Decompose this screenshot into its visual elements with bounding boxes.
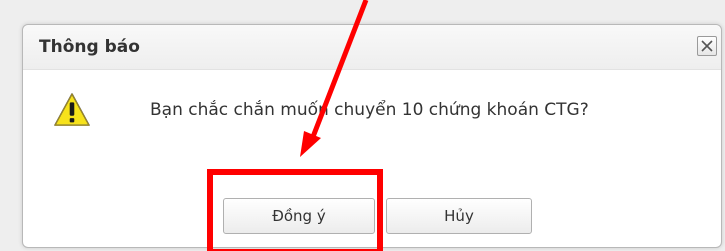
dialog-title: Thông báo <box>39 37 140 57</box>
warning-icon <box>54 93 90 126</box>
dialog-titlebar: Thông báo <box>23 25 721 70</box>
close-button[interactable] <box>697 36 717 56</box>
close-icon <box>701 40 713 52</box>
cancel-button[interactable]: Hủy <box>386 198 532 234</box>
annotation-highlight-box <box>207 169 383 251</box>
dialog-message: Bạn chắc chắn muốn chuyển 10 chứng khoán… <box>150 100 589 120</box>
screenshot-stage: Thông báo Bạn chắc chắn muốn chuyển 10 c… <box>0 0 725 251</box>
